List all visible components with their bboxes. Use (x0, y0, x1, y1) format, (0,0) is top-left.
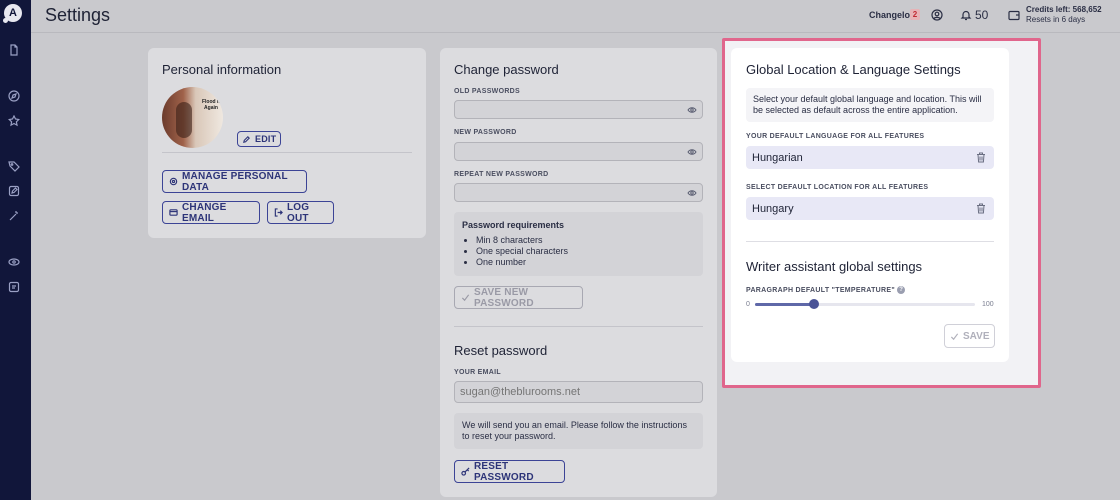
logout-icon (274, 208, 283, 217)
change-password-title: Change password (454, 62, 559, 77)
tag-icon[interactable] (8, 160, 20, 172)
avatar-figure (176, 102, 192, 138)
star-icon[interactable] (8, 115, 20, 127)
eye-icon[interactable] (687, 188, 697, 198)
link-icon[interactable] (8, 256, 20, 268)
language-label: YOUR DEFAULT LANGUAGE FOR ALL FEATURES (746, 133, 925, 140)
location-value: Hungary (752, 203, 794, 215)
check-icon (950, 332, 959, 341)
old-password-label: OLD PASSWORDS (454, 88, 520, 95)
temperature-slider[interactable] (755, 299, 975, 309)
personal-info-title: Personal information (162, 62, 282, 77)
changelog-link[interactable]: Changelog (869, 10, 916, 20)
save-new-password-button[interactable]: SAVE NEW PASSWORD (454, 286, 583, 309)
language-value: Hungarian (752, 152, 803, 164)
location-label: SELECT DEFAULT LOCATION FOR ALL FEATURES (746, 184, 929, 191)
edit-button[interactable]: EDIT (237, 131, 282, 147)
logo-dot (3, 18, 8, 23)
requirement-item: One number (476, 257, 695, 268)
avatar[interactable]: Flood it Again (162, 87, 223, 148)
requirement-item: Min 8 characters (476, 235, 695, 246)
wallet-icon[interactable] (1008, 9, 1020, 21)
your-email-label: YOUR EMAIL (454, 369, 501, 376)
credits-info: Credits left: 568,652 Resets in 6 days (1026, 5, 1102, 25)
repeat-password-input[interactable] (454, 183, 703, 202)
settings-icon (169, 177, 178, 186)
new-password-input[interactable] (454, 142, 703, 161)
trash-icon[interactable] (976, 203, 986, 214)
chat-icon[interactable] (8, 281, 20, 293)
requirements-list: Min 8 characters One special characters … (462, 235, 695, 268)
old-password-input[interactable] (454, 100, 703, 119)
check-icon (461, 293, 470, 302)
logout-label: LOG OUT (287, 201, 310, 224)
language-select[interactable]: Hungarian (746, 146, 994, 169)
eye-icon[interactable] (687, 105, 697, 115)
credits-left: Credits left: 568,652 (1026, 5, 1102, 14)
logout-button[interactable]: LOG OUT (267, 201, 334, 224)
reset-password-label: RESET PASSWORD (474, 460, 534, 483)
personal-divider (162, 152, 412, 153)
wand-icon[interactable] (8, 210, 20, 222)
save-label: SAVE (963, 330, 990, 342)
notification-count: 50 (975, 8, 989, 22)
global-settings-title: Global Location & Language Settings (746, 62, 961, 77)
temperature-min: 0 (746, 301, 750, 308)
user-icon[interactable] (931, 9, 943, 21)
reset-email-input[interactable] (454, 381, 703, 403)
manage-personal-data-button[interactable]: MANAGE PERSONAL DATA (162, 170, 307, 193)
global-settings-description: Select your default global language and … (746, 88, 994, 122)
save-button[interactable]: SAVE (944, 324, 995, 348)
reset-password-title: Reset password (454, 343, 548, 358)
global-divider (746, 241, 994, 242)
password-divider (454, 326, 703, 327)
reset-info: We will send you an email. Please follow… (454, 413, 703, 449)
repeat-password-label: REPEAT NEW PASSWORD (454, 171, 549, 178)
manage-label: MANAGE PERSONAL DATA (182, 170, 288, 193)
eye-icon[interactable] (687, 147, 697, 157)
bell-icon[interactable] (960, 9, 972, 21)
password-requirements: Password requirements Min 8 characters O… (454, 212, 703, 276)
change-email-button[interactable]: CHANGE EMAIL (162, 201, 260, 224)
document-icon[interactable] (8, 44, 20, 56)
help-icon[interactable]: ? (897, 286, 906, 294)
edit-icon[interactable] (8, 185, 20, 197)
location-select[interactable]: Hungary (746, 197, 994, 220)
top-header: Settings Changelog 2 50 Credits left: 56… (31, 0, 1120, 33)
sidebar: A (0, 0, 31, 500)
pencil-icon (242, 135, 251, 144)
key-icon (461, 467, 470, 476)
temperature-max: 100 (982, 301, 994, 308)
requirements-title: Password requirements (462, 220, 565, 230)
temperature-label-text: PARAGRAPH DEFAULT "TEMPERATURE" (746, 286, 895, 294)
slider-fill (755, 303, 815, 306)
changelog-badge: 2 (910, 9, 920, 20)
writer-settings-title: Writer assistant global settings (746, 259, 923, 274)
requirement-item: One special characters (476, 246, 695, 257)
mail-icon (169, 208, 178, 217)
reset-password-button[interactable]: RESET PASSWORD (454, 460, 565, 483)
avatar-text: Flood it Again (201, 99, 221, 111)
compass-icon[interactable] (8, 90, 20, 102)
save-password-label: SAVE NEW PASSWORD (474, 286, 534, 309)
change-email-label: CHANGE EMAIL (182, 201, 227, 224)
credits-reset: Resets in 6 days (1026, 15, 1086, 24)
new-password-label: NEW PASSWORD (454, 129, 517, 136)
trash-icon[interactable] (976, 152, 986, 163)
temperature-label: PARAGRAPH DEFAULT "TEMPERATURE" ? (746, 286, 906, 294)
edit-label: EDIT (255, 134, 277, 144)
page-title: Settings (45, 5, 111, 25)
